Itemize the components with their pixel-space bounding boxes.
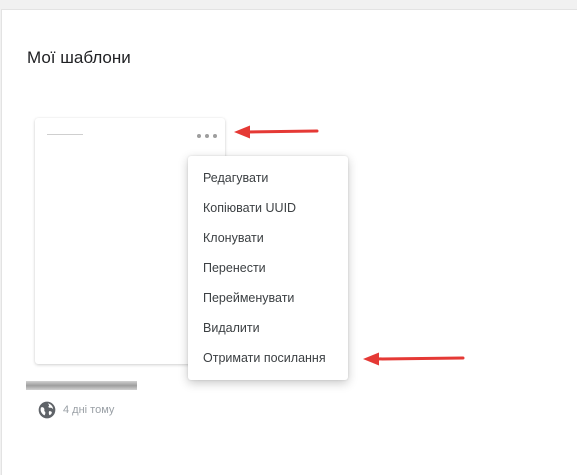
- menu-item-delete[interactable]: Видалити: [188, 313, 348, 343]
- dot: [205, 134, 209, 138]
- template-meta: 4 дні тому: [37, 400, 114, 420]
- annotation-arrow-bottom: [363, 352, 465, 366]
- menu-item-move[interactable]: Перенести: [188, 253, 348, 283]
- dot: [197, 134, 201, 138]
- more-horizontal-icon[interactable]: [197, 129, 217, 143]
- card-preview-line: [47, 134, 83, 135]
- menu-item-rename[interactable]: Перейменувати: [188, 283, 348, 313]
- dot: [213, 134, 217, 138]
- annotation-arrow-top: [234, 125, 319, 139]
- menu-item-clone[interactable]: Клонувати: [188, 223, 348, 253]
- menu-item-edit[interactable]: Редагувати: [188, 163, 348, 193]
- menu-item-get-link[interactable]: Отримати посилання: [188, 343, 348, 373]
- page-title: Мої шаблони: [27, 48, 131, 67]
- menu-item-copy-uuid[interactable]: Копіювати UUID: [188, 193, 348, 223]
- template-name-blurred[interactable]: [26, 381, 137, 390]
- modified-time: 4 дні тому: [63, 404, 115, 416]
- context-menu: Редагувати Копіювати UUID Клонувати Пере…: [188, 156, 348, 380]
- globe-icon: [38, 401, 56, 419]
